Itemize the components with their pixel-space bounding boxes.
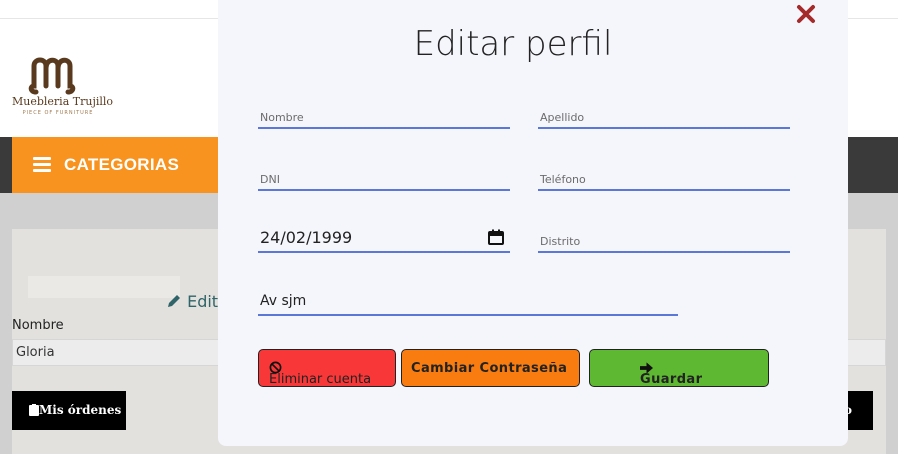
edit-profile-label: Edit: [187, 292, 219, 311]
categories-button[interactable]: CATEGORIAS: [12, 137, 218, 193]
last-name-input[interactable]: Apellido: [538, 103, 790, 129]
district-input[interactable]: Distrito: [538, 227, 790, 253]
close-icon[interactable]: [795, 3, 817, 25]
delete-account-label: Eliminar cuenta: [269, 372, 372, 387]
phone-placeholder: Teléfono: [540, 173, 586, 186]
address-value: Av sjm: [260, 293, 307, 309]
birthdate-value: 24/02/1999: [260, 228, 353, 247]
save-label: Guardar: [640, 372, 703, 387]
nombre-label: Nombre: [12, 318, 64, 333]
address-input[interactable]: Av sjm: [258, 290, 678, 316]
pencil-icon: [168, 295, 180, 307]
first-name-input[interactable]: Nombre: [258, 103, 510, 129]
nombre-value: Gloria: [16, 345, 55, 360]
edit-profile-modal: Editar perfil Nombre Apellido DNI Teléfo…: [218, 0, 848, 446]
categories-label: CATEGORIAS: [64, 155, 180, 174]
my-orders-button[interactable]: Mis órdenes: [12, 391, 126, 430]
modal-title: Editar perfil: [413, 24, 613, 64]
save-button[interactable]: Guardar: [589, 349, 769, 387]
logo-mark-icon: [28, 57, 76, 95]
calendar-icon[interactable]: [488, 229, 504, 245]
brand-tagline: PIECE OF FURNITURE: [22, 110, 94, 116]
clipboard-icon: [29, 404, 39, 416]
delete-account-button[interactable]: Eliminar cuenta: [258, 349, 396, 387]
first-name-placeholder: Nombre: [260, 111, 304, 124]
dni-placeholder: DNI: [260, 173, 280, 186]
my-orders-label: Mis órdenes: [39, 403, 122, 417]
logo[interactable]: Muebleria Trujillo PIECE OF FURNITURE: [12, 56, 114, 120]
last-name-placeholder: Apellido: [540, 111, 585, 124]
district-placeholder: Distrito: [540, 235, 581, 248]
brand-name: Muebleria Trujillo: [12, 95, 114, 108]
dni-input[interactable]: DNI: [258, 165, 510, 191]
change-password-button[interactable]: Cambiar Contraseña: [401, 349, 580, 387]
edit-profile-link[interactable]: Edit: [166, 292, 218, 311]
phone-input[interactable]: Teléfono: [538, 165, 790, 191]
menu-icon: [33, 157, 51, 173]
change-password-label: Cambiar Contraseña: [411, 361, 568, 376]
birthdate-input[interactable]: 24/02/1999: [258, 227, 510, 253]
profile-header-strip: [28, 276, 180, 298]
